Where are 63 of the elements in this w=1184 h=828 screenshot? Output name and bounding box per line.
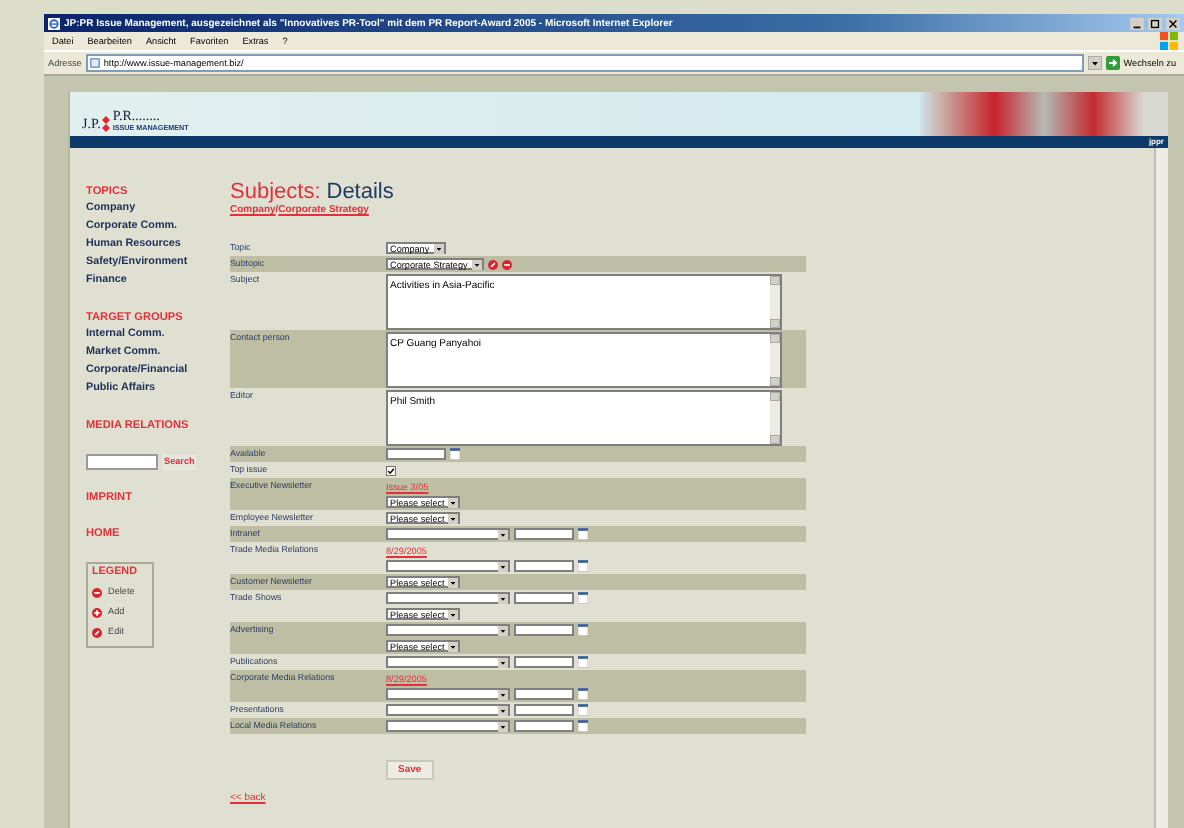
calendar-icon[interactable] — [578, 720, 588, 732]
date-field[interactable] — [514, 528, 574, 540]
date-field[interactable] — [514, 592, 574, 604]
dropdown[interactable] — [386, 560, 510, 572]
plus-icon — [92, 607, 102, 617]
minus-icon[interactable] — [501, 259, 512, 269]
dropdown[interactable] — [386, 624, 510, 636]
calendar-icon[interactable] — [578, 704, 588, 716]
search-field[interactable] — [86, 454, 158, 470]
browser-icon — [48, 17, 60, 29]
dropdown-arrow-icon — [498, 529, 508, 539]
date-field[interactable] — [514, 560, 574, 572]
page-subtitle: Details — [326, 180, 394, 204]
dropdown-arrow-icon — [498, 593, 508, 603]
calendar-icon[interactable] — [578, 624, 588, 636]
dropdown-arrow-icon — [448, 497, 459, 507]
arrow-icon — [1105, 56, 1120, 70]
dropdown-arrow-icon — [498, 689, 508, 699]
pencil-icon — [92, 627, 102, 637]
calendar-icon[interactable] — [578, 656, 588, 668]
date-field[interactable] — [514, 720, 574, 732]
calendar-icon[interactable] — [578, 528, 588, 540]
date-field[interactable] — [514, 704, 574, 716]
calendar-icon[interactable] — [578, 560, 588, 572]
dropdown-arrow-icon — [448, 577, 459, 587]
date-field[interactable] — [514, 656, 574, 668]
date-field[interactable] — [514, 688, 574, 700]
dropdown[interactable] — [386, 656, 510, 668]
page-icon — [89, 58, 100, 68]
dropdown-arrow-icon — [448, 609, 459, 619]
dropdown-arrow-icon — [433, 243, 444, 253]
dropdown-arrow-icon — [498, 625, 508, 635]
pencil-icon[interactable] — [487, 259, 498, 269]
dropdown-arrow-icon — [448, 513, 459, 523]
dropdown[interactable] — [386, 704, 510, 716]
windows-flag-icon — [1160, 32, 1178, 50]
dropdown-button[interactable] — [1087, 56, 1102, 70]
date-field[interactable] — [514, 624, 574, 636]
scrollbar[interactable] — [1154, 148, 1168, 828]
scrollbar[interactable] — [770, 275, 780, 327]
scrollbar[interactable] — [770, 391, 780, 443]
dropdown-arrow-icon — [448, 641, 459, 651]
calendar-icon[interactable] — [578, 688, 588, 700]
dropdown[interactable] — [386, 592, 510, 604]
dropdown-arrow-icon — [498, 657, 508, 667]
diamonds-icon — [102, 116, 111, 132]
calendar-icon[interactable] — [450, 448, 460, 460]
close-icon[interactable] — [1166, 17, 1180, 29]
calendar-icon[interactable] — [578, 592, 588, 604]
dropdown-arrow-icon — [498, 561, 508, 571]
dropdown[interactable] — [386, 720, 510, 732]
dropdown-arrow-icon — [498, 705, 508, 715]
dropdown[interactable] — [386, 688, 510, 700]
page-title: Subjects: — [230, 180, 321, 204]
checkbox[interactable] — [386, 465, 396, 475]
dropdown-arrow-icon — [471, 259, 482, 269]
scrollbar[interactable] — [770, 333, 780, 385]
date-field[interactable] — [386, 448, 446, 460]
minus-icon — [92, 587, 102, 597]
dropdown[interactable] — [386, 528, 510, 540]
maximize-icon[interactable] — [1148, 17, 1162, 29]
dropdown-arrow-icon — [498, 721, 508, 731]
minimize-icon[interactable] — [1130, 17, 1144, 29]
